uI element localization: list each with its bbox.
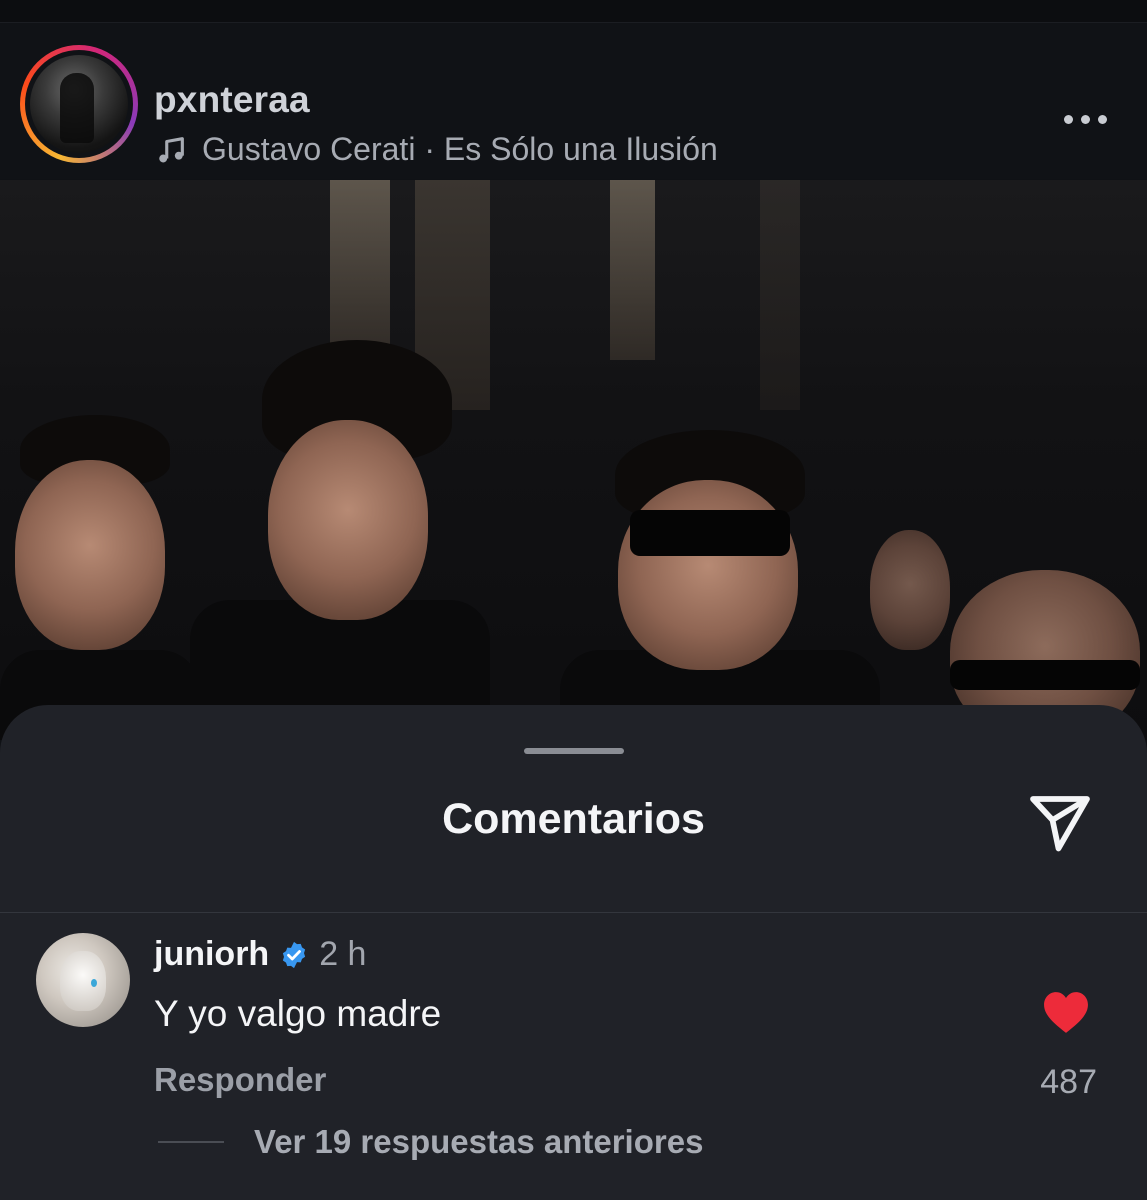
music-note-icon [159,136,184,162]
view-replies-row[interactable]: Ver 19 respuestas anteriores [158,1123,703,1161]
post-username[interactable]: pxnteraa [154,79,310,121]
comment-username[interactable]: juniorh [154,935,269,974]
like-count[interactable]: 487 [1040,1063,1097,1102]
sheet-drag-handle[interactable] [524,748,624,754]
audio-label: Gustavo Cerati · Es Sólo una Ilusión [202,131,718,167]
more-options-icon[interactable] [1064,115,1107,124]
post-header: pxnteraa Gustavo Cerati · Es Sólo una Il… [0,23,1147,179]
reply-button[interactable]: Responder [154,1061,326,1099]
heart-filled-icon[interactable] [1040,989,1092,1035]
send-icon[interactable] [1024,787,1096,859]
audio-row[interactable]: Gustavo Cerati · Es Sólo una Ilusión [154,131,718,168]
comment-header: juniorh 2 h [154,935,366,974]
status-bar-area [0,0,1147,23]
comment-avatar[interactable] [36,933,130,1027]
comments-sheet: Comentarios juniorh 2 h Y yo valgo madre… [0,705,1147,1200]
comment-text: Y yo valgo madre [154,993,442,1034]
profile-photo [30,55,128,153]
comments-title: Comentarios [442,795,705,843]
story-ring-avatar[interactable] [20,45,138,163]
post-photo [0,180,1147,740]
replies-divider-line [158,1141,224,1143]
verified-badge-icon [283,941,306,968]
view-replies-link[interactable]: Ver 19 respuestas anteriores [254,1123,703,1161]
sheet-divider [0,912,1147,913]
comment-time: 2 h [319,935,367,973]
